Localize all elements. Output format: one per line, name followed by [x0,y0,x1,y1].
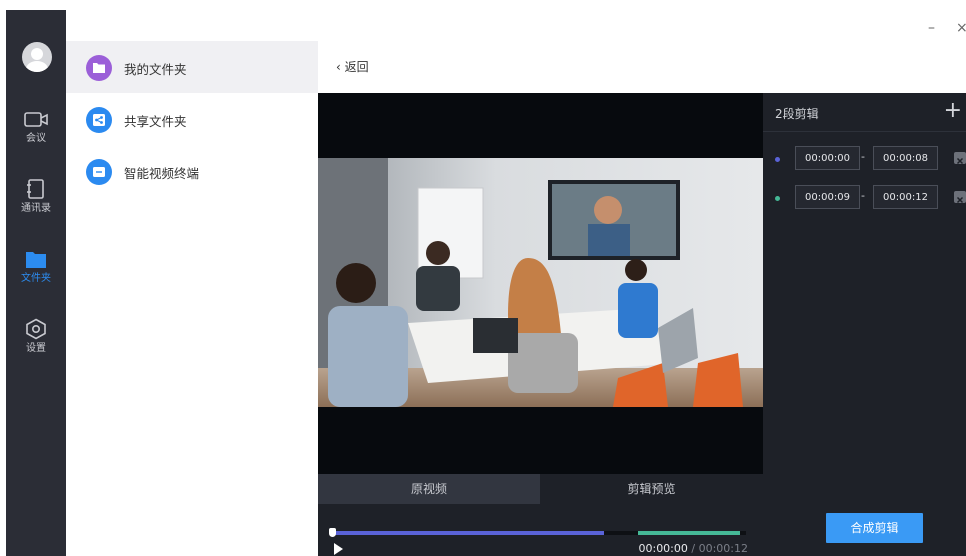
clip-start-input[interactable]: 00:00:09 [795,185,860,209]
clip-count-title: 2段剪辑 [775,107,819,121]
nav-item-contacts[interactable]: 通讯录 [6,178,66,234]
chevron-left-icon: ‹ [336,60,341,74]
folder-icon [26,252,46,268]
time-display: 00:00:00 / 00:00:12 [638,542,748,555]
video-display[interactable] [318,93,763,474]
current-time: 00:00:00 [638,542,688,555]
clip-row: 00:00:09 - 00:00:12 [763,185,966,211]
nav-item-meeting[interactable]: 会议 [6,110,66,166]
nav-item-settings[interactable]: 设置 [6,318,66,374]
total-time: 00:00:12 [698,542,748,555]
player-controls: 00:00:00 / 00:00:12 [318,504,763,556]
timeline-track[interactable] [332,531,746,535]
nav-item-label: 文件夹 [21,273,51,284]
video-frame-image [318,158,763,407]
my-folder-icon [86,55,112,81]
folder-panel: 我的文件夹 共享文件夹 智能视频终端 [66,10,318,556]
avatar[interactable] [22,42,52,72]
delete-clip-icon[interactable] [954,191,966,204]
back-button[interactable]: ‹ 返回 [336,58,369,75]
clip-end-input[interactable]: 00:00:12 [873,185,938,209]
nav-item-label: 通讯录 [21,203,51,214]
timeline-handle[interactable] [329,528,336,537]
clip-segment-2 [638,531,740,535]
close-button[interactable]: × [956,20,966,36]
player-tabs: 原视频 剪辑预览 [318,474,763,504]
play-icon[interactable] [333,543,344,555]
folder-item-label: 共享文件夹 [124,114,187,129]
delete-clip-icon[interactable] [954,152,966,165]
settings-hexagon-icon [26,318,46,340]
folder-item-shared-folder[interactable]: 共享文件夹 [66,93,318,145]
folder-item-my-folder[interactable]: 我的文件夹 [66,41,318,93]
divider [763,131,966,132]
video-terminal-icon [86,159,112,185]
clip-color-dot [775,196,780,201]
range-dash: - [861,150,865,163]
range-dash: - [861,189,865,202]
clip-segment-1 [332,531,604,535]
merge-clips-button[interactable]: 合成剪辑 [826,513,923,543]
tab-clip-preview[interactable]: 剪辑预览 [540,474,763,504]
nav-item-label: 设置 [26,343,46,354]
folder-item-label: 我的文件夹 [124,62,187,77]
folder-item-label: 智能视频终端 [124,166,200,181]
clip-panel: 2段剪辑 + 00:00:00 - 00:00:08 00:00:09 - 00… [763,93,966,556]
clip-start-input[interactable]: 00:00:00 [795,146,860,170]
share-folder-icon [86,107,112,133]
video-camera-icon [24,112,48,127]
nav-item-folder[interactable]: 文件夹 [6,248,66,304]
tab-original-video[interactable]: 原视频 [318,474,540,504]
main-area: – × ‹ 返回 原视频 剪辑预览 00:00:00 / 00:00:12 2段… [318,10,966,556]
left-nav: 会议 通讯录 文件夹 设置 [6,10,66,556]
clip-end-input[interactable]: 00:00:08 [873,146,938,170]
add-clip-button[interactable]: + [944,98,962,123]
folder-item-video-terminal[interactable]: 智能视频终端 [66,145,318,197]
minimize-button[interactable]: – [928,20,935,36]
clip-row: 00:00:00 - 00:00:08 [763,146,966,172]
time-separator: / [687,542,699,555]
back-label: 返回 [344,60,369,74]
clip-color-dot [775,157,780,162]
contacts-book-icon [27,179,44,199]
nav-item-label: 会议 [26,133,46,144]
